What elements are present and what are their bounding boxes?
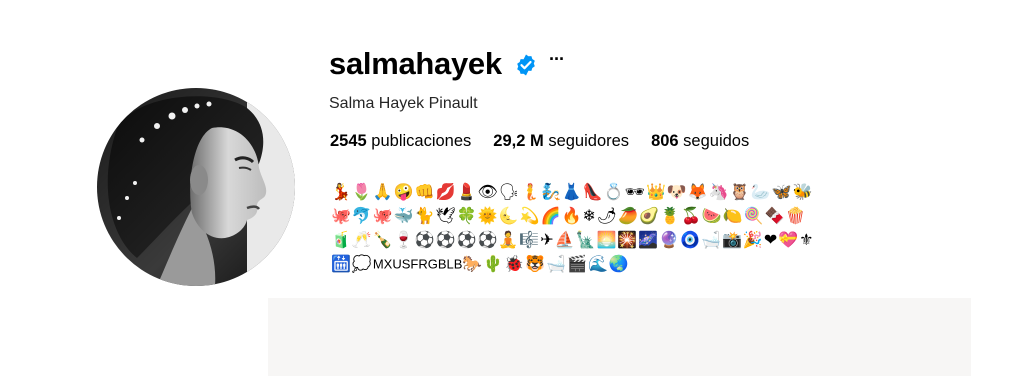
profile-photo	[97, 88, 295, 286]
bio-line-4-start: 🛗💭	[331, 254, 373, 273]
posts-number: 2545	[330, 132, 367, 150]
followers-link[interactable]: 29,2 M seguidores	[493, 132, 629, 151]
profile-username[interactable]: salmahayek	[329, 46, 502, 82]
more-options-icon[interactable]: ···	[549, 49, 565, 70]
profile-full-name: Salma Hayek Pinault	[329, 95, 478, 112]
profile-stats: 2545 publicaciones 29,2 M seguidores 806…	[330, 132, 749, 151]
following-number: 806	[651, 132, 679, 150]
bio-line-3: 🧃🥂🍾🍷⚽⚽⚽⚽🧘🎼✈⛵🗽🌅🎇🌌🔮🧿🛁📸🎉❤💝⚜	[331, 230, 815, 249]
bio-country-codes: MXUSFRGBLB	[372, 256, 463, 272]
followers-number: 29,2 M	[493, 132, 544, 150]
profile-bio: 💃🌷🙏🤪👊💋💄👁🗣🧜🧞👗👠💍🕶👑🐶🦊🦄🦉🦢🦋🐝 🐙🐬🐙🐳🐈🕊🍀🌞🌜💫🌈🔥❄🌶🥭🥑…	[331, 180, 901, 276]
followers-label: seguidores	[543, 132, 630, 150]
following-label: seguidos	[678, 132, 750, 150]
following-link[interactable]: 806 seguidos	[651, 132, 749, 151]
bio-line-4-end: 🐎🌵🐞🐯🛁🎬🌊🌏	[462, 254, 630, 273]
highlights-panel	[268, 298, 971, 376]
posts-label: publicaciones	[366, 132, 472, 150]
profile-avatar[interactable]	[97, 88, 295, 286]
bio-line-1: 💃🌷🙏🤪👊💋💄👁🗣🧜🧞👗👠💍🕶👑🐶🦊🦄🦉🦢🦋🐝	[331, 182, 814, 201]
bio-line-4: 🛗💭MXUSFRGBLB🐎🌵🐞🐯🛁🎬🌊🌏	[331, 252, 901, 276]
bio-line-2: 🐙🐬🐙🐳🐈🕊🍀🌞🌜💫🌈🔥❄🌶🥭🥑🍍🍒🍉🍋🍭🍫🍿	[331, 206, 807, 225]
posts-count[interactable]: 2545 publicaciones	[330, 132, 471, 151]
verified-badge-icon	[517, 54, 535, 76]
